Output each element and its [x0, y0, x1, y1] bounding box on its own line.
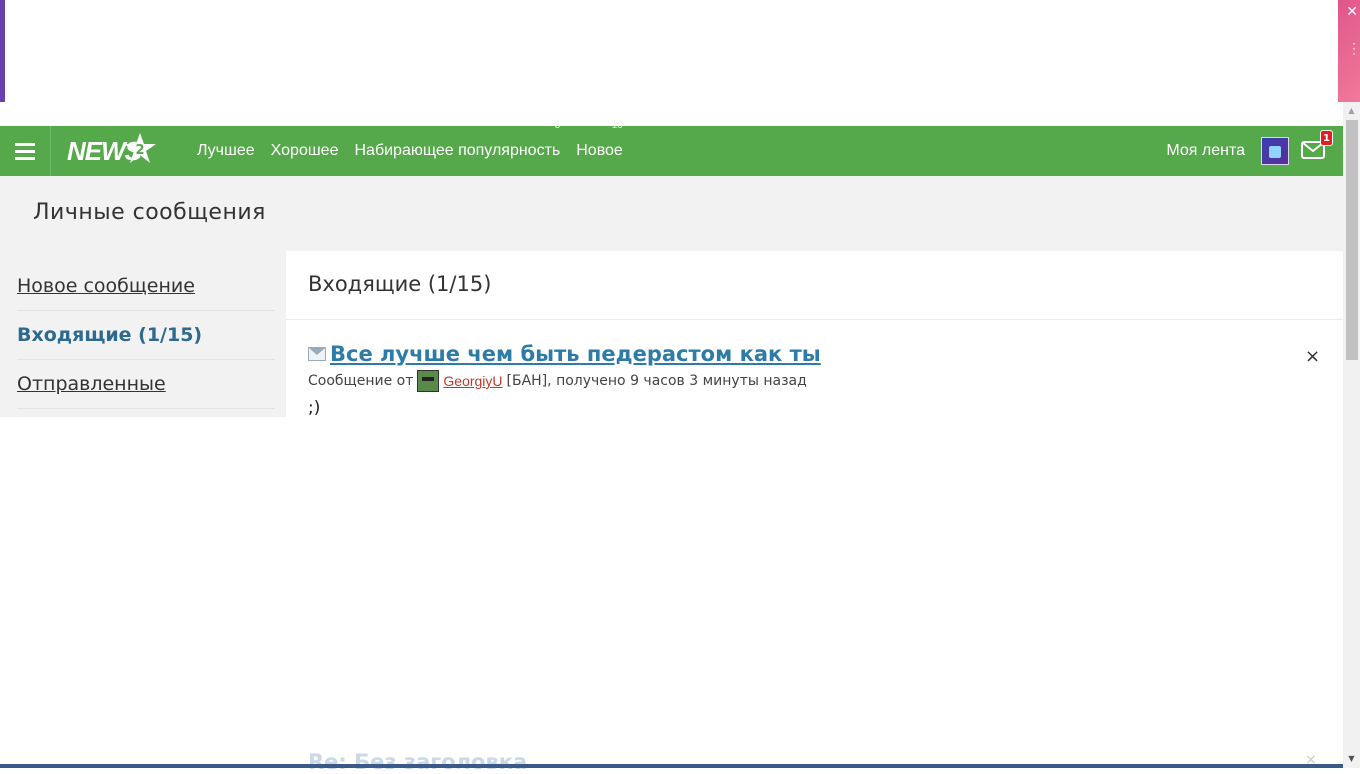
message-body: ;): [308, 398, 321, 418]
my-feed-link[interactable]: Моя лента: [1166, 142, 1245, 160]
scroll-up-icon[interactable]: ▲: [1343, 104, 1360, 118]
nav-right: Моя лента 1: [1166, 130, 1343, 165]
sender-avatar[interactable]: [417, 370, 440, 392]
avatar[interactable]: [1261, 137, 1289, 165]
top-navbar: NEWS 2 Лучшее Хорошее Набирающее популяр…: [0, 120, 1343, 176]
logo-badge-text: 2: [135, 143, 144, 158]
more-icon[interactable]: · · ·: [1352, 38, 1356, 60]
sidebar-item-inbox[interactable]: Входящие (1/15): [17, 311, 275, 360]
scroll-down-icon[interactable]: ▼: [1343, 752, 1360, 766]
meta-suffix: [БАН], получено 9 часов 3 минуты назад: [506, 373, 807, 389]
message-subject-link[interactable]: Все лучше чем быть педерастом как ты: [330, 342, 821, 366]
nav-link-good[interactable]: Хорошее: [271, 142, 339, 160]
delete-message-button[interactable]: ×: [1305, 346, 1320, 367]
sidebar-item-sent[interactable]: Отправленные: [17, 360, 275, 409]
nav-link-new[interactable]: Новое 10: [576, 120, 623, 160]
close-icon[interactable]: ✕: [1346, 4, 1358, 20]
mail-button[interactable]: 1: [1301, 130, 1333, 162]
page-title: Личные сообщения: [33, 200, 266, 225]
logo-star-icon: 2: [124, 133, 156, 163]
inbox-title: Входящие (1/15): [308, 272, 492, 296]
overlay-blank: [10, 417, 286, 572]
sidebar-item-new-message[interactable]: Новое сообщение: [17, 262, 275, 311]
nav-links: Лучшее Хорошее Набирающее популярность 3 …: [197, 120, 639, 160]
site-logo[interactable]: NEWS 2: [51, 126, 181, 176]
nav-link-rising[interactable]: Набирающее популярность 3: [354, 120, 560, 160]
message-icon: [308, 347, 326, 361]
sender-link[interactable]: GeorgiyU: [443, 373, 502, 389]
hamburger-icon: [15, 141, 35, 162]
popup-edge: ✕ · · ·: [1338, 0, 1360, 102]
meta-prefix: Сообщение от: [308, 373, 414, 389]
new-count: 10: [611, 120, 623, 131]
message-meta: Сообщение от GeorgiyU [БАН], получено 9 …: [308, 370, 807, 392]
taskbar-edge: [0, 764, 1343, 768]
scrollbar-thumb[interactable]: [1346, 120, 1358, 360]
rising-count: 3: [554, 120, 561, 131]
left-blank: [10, 572, 286, 762]
menu-button[interactable]: [0, 126, 51, 176]
mail-badge: 1: [1320, 130, 1333, 146]
nav-link-best[interactable]: Лучшее: [197, 142, 255, 160]
next-message-subject[interactable]: Re: Без заголовка: [308, 750, 527, 774]
main-panel: [286, 251, 1343, 768]
ad-banner: [5, 0, 1338, 120]
